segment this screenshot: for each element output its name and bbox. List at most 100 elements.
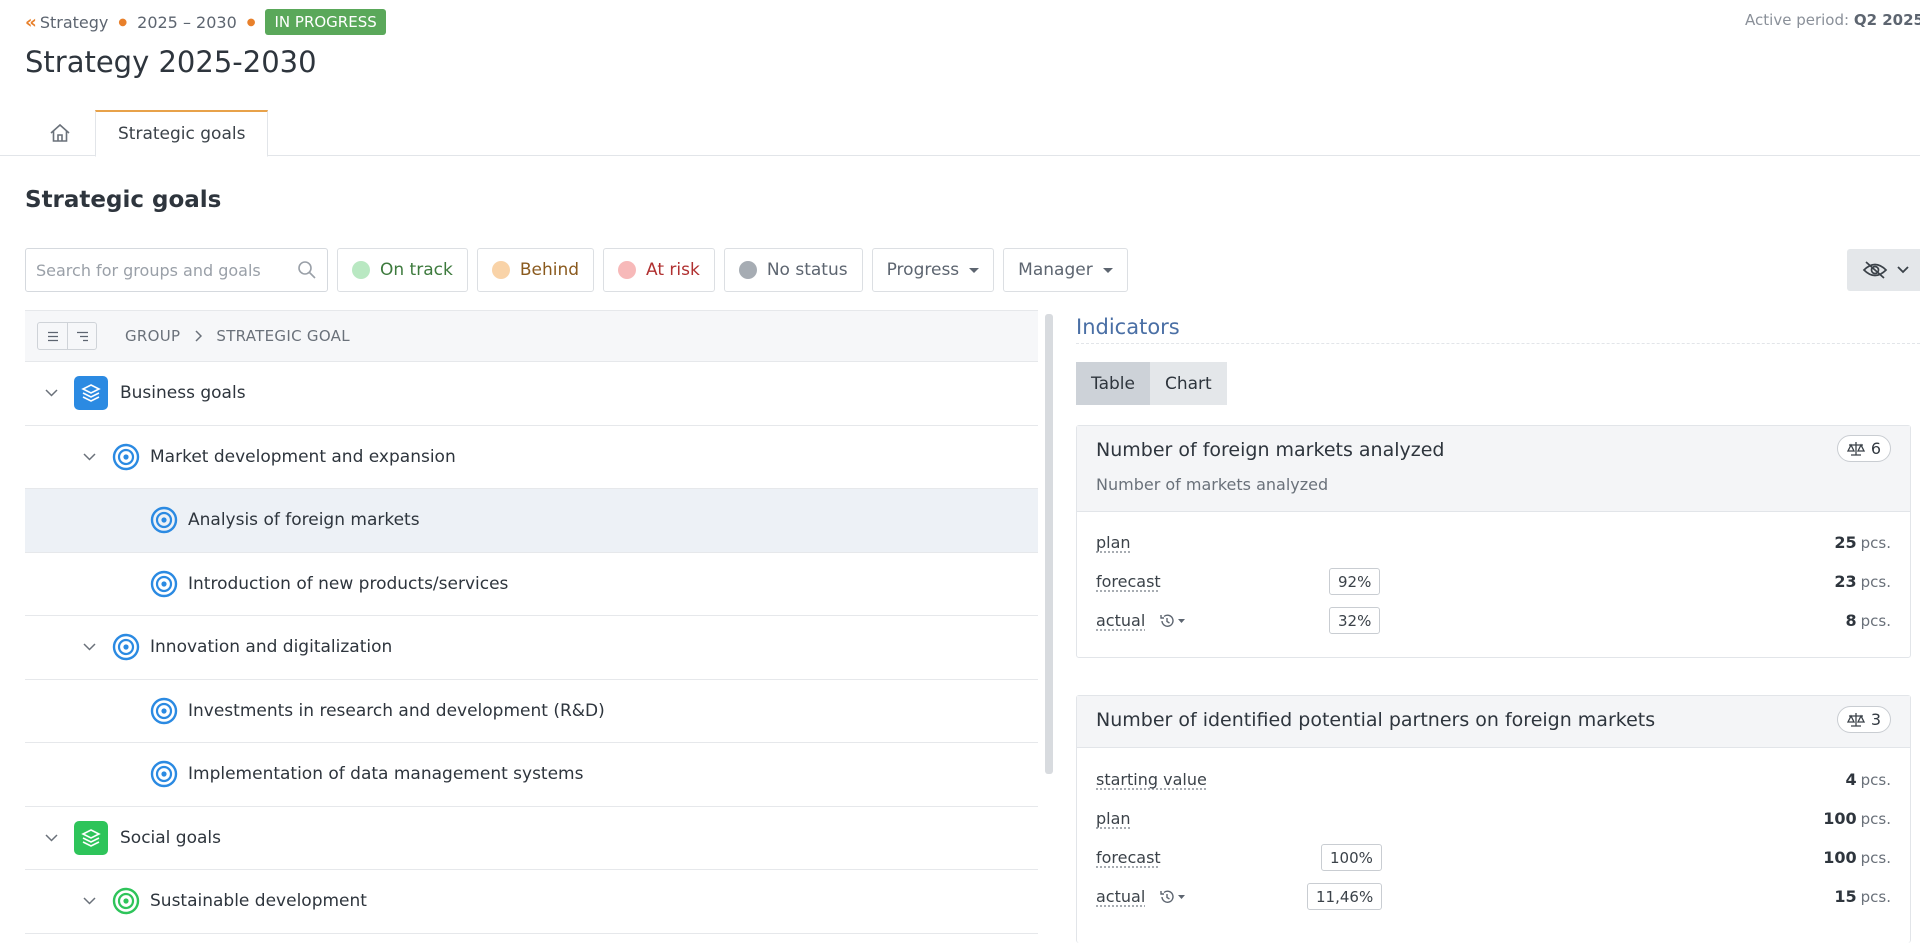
target-icon [150,570,178,598]
progress-dropdown[interactable]: Progress [872,248,995,292]
tree-group-row[interactable]: Social goals [25,807,1038,871]
tree-goal-row[interactable]: Market development and expansion [25,426,1038,490]
tab-strategic-goals[interactable]: Strategic goals [95,110,268,157]
tree-row-label: Sustainable development [150,891,367,911]
metric-label[interactable]: actual [1096,611,1145,630]
history-dropdown[interactable] [1159,613,1186,629]
active-period-value[interactable]: Q2 2025 [1854,11,1920,29]
section-title: Strategic goals [25,187,221,213]
tab-table[interactable]: Table [1076,362,1150,405]
metric-value: 23 pcs. [1834,572,1891,591]
tree-goal-row[interactable]: Sustainable development [25,870,1038,934]
tree-row-label: Innovation and digitalization [150,637,392,657]
metric-number: 100 [1823,809,1856,828]
tab-chart[interactable]: Chart [1150,362,1227,405]
tree-row-label: Investments in research and development … [188,701,605,721]
manager-dropdown-label: Manager [1018,260,1093,280]
metric-unit: pcs. [1861,849,1891,867]
metric-label[interactable]: forecast [1096,848,1161,867]
weight-badge[interactable]: 6 [1837,435,1891,462]
breadcrumb-separator: ● [247,17,256,28]
scales-icon [1847,441,1865,457]
metric-label[interactable]: plan [1096,533,1131,552]
metric-label[interactable]: starting value [1096,770,1207,789]
search-icon[interactable] [297,260,317,280]
page-title: Strategy 2025-2030 [25,45,317,79]
breadcrumb-period[interactable]: 2025 – 2030 [137,13,237,32]
metric-unit: pcs. [1861,573,1891,591]
eye-off-icon [1862,260,1888,280]
tree-goal-row[interactable]: Innovation and digitalization [25,616,1038,680]
metric-number: 100 [1823,848,1856,867]
tree-group-row[interactable]: Business goals [25,362,1038,426]
search-input[interactable] [36,261,297,280]
metric-unit: pcs. [1861,810,1891,828]
metric-row: actual 32% 8 pcs. [1077,601,1910,640]
indicator-title[interactable]: Number of identified potential partners … [1096,709,1655,731]
view-toggle [37,322,97,350]
filter-bar: On track Behind At risk No status Progre… [25,248,1128,292]
manager-dropdown[interactable]: Manager [1003,248,1128,292]
filter-on-track[interactable]: On track [337,248,468,292]
status-dot [618,261,636,279]
layers-icon [74,821,108,855]
column-group: GROUP [125,327,180,345]
history-dropdown[interactable] [1159,889,1186,905]
filter-at-risk[interactable]: At risk [603,248,715,292]
tree-column-path: GROUP STRATEGIC GOAL [125,327,350,345]
collapse-all-button[interactable] [67,323,96,349]
metric-label[interactable]: forecast [1096,572,1161,591]
metric-label[interactable]: plan [1096,809,1131,828]
panel-scrollbar[interactable] [1045,314,1053,774]
metric-row: actual 11,46% 15 pcs. [1077,877,1910,916]
percent-badge: 32% [1329,607,1380,634]
metric-label[interactable]: actual [1096,887,1145,906]
metric-row: starting value 4 pcs. [1077,760,1910,799]
filter-behind[interactable]: Behind [477,248,594,292]
chevron-right-icon [194,330,202,342]
percent-badge: 11,46% [1307,883,1382,910]
back-chevrons-icon[interactable]: ‹‹ [25,12,34,33]
tab-home[interactable] [25,109,95,156]
caret-down-icon [969,268,979,273]
chevron-down-icon[interactable] [44,386,58,400]
active-period-label: Active period: [1745,11,1849,29]
metric-unit: pcs. [1861,612,1891,630]
weight-badge[interactable]: 3 [1837,706,1891,733]
metric-value: 15 pcs. [1834,887,1891,906]
tree-goal-row[interactable]: Analysis of foreign markets [25,489,1038,553]
tree-goal-row[interactable]: Introduction of new products/services [25,553,1038,617]
target-icon [150,506,178,534]
expand-all-button[interactable] [38,323,67,349]
chevron-down-icon[interactable] [44,831,58,845]
metric-number: 25 [1834,533,1856,552]
indicators-panel: Indicators Table Chart Number of foreign… [1076,310,1920,943]
filter-behind-label: Behind [520,260,579,280]
tree-row-label: Business goals [120,383,246,403]
metric-row: plan 25 pcs. [1077,523,1910,562]
breadcrumb-strategy-link[interactable]: Strategy [40,13,109,32]
target-icon [150,760,178,788]
metric-unit: pcs. [1861,534,1891,552]
list-icon [47,331,59,342]
filter-no-status[interactable]: No status [724,248,863,292]
chevron-down-icon[interactable] [82,894,96,908]
target-icon [112,633,140,661]
caret-down-icon [1177,894,1186,900]
caret-down-icon [1103,268,1113,273]
tree-row-label: Market development and expansion [150,447,456,467]
chevron-down-icon [1896,265,1910,275]
tab-bar: Strategic goals [25,109,268,156]
chevron-down-icon[interactable] [82,640,96,654]
history-icon [1159,889,1175,905]
visibility-toggle-button[interactable] [1847,249,1920,291]
tree-goal-row[interactable]: Implementation of data management system… [25,743,1038,807]
filter-on-track-label: On track [380,260,453,280]
weight-value: 3 [1871,710,1881,729]
indicator-card: Number of foreign markets analyzed Numbe… [1076,425,1911,658]
indicator-title[interactable]: Number of foreign markets analyzed [1096,439,1444,461]
chevron-down-icon[interactable] [82,450,96,464]
tree-goal-row[interactable]: Investments in research and development … [25,680,1038,744]
search-box [25,248,328,292]
tree-row-label: Implementation of data management system… [188,764,583,784]
